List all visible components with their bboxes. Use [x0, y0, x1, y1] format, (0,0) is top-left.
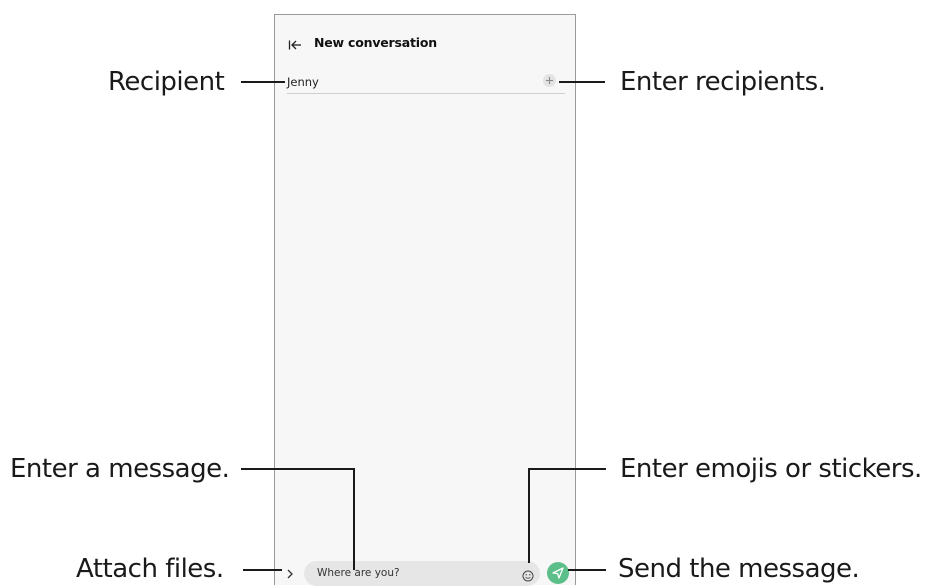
callout-attach-files: Attach files.	[76, 554, 224, 584]
app-bar: New conversation	[275, 15, 575, 67]
leader-line-enter-emojis-h	[528, 468, 606, 470]
smiley-icon[interactable]	[522, 567, 534, 582]
leader-line-enter-message-h	[241, 468, 355, 470]
leader-line-recipient	[241, 81, 285, 83]
recipient-name[interactable]: Jenny	[287, 75, 319, 89]
attach-icon[interactable]	[285, 566, 295, 580]
callout-enter-emojis: Enter emojis or stickers.	[620, 454, 922, 484]
phone-screen: New conversation Jenny Where are you?	[274, 14, 576, 586]
recipient-row[interactable]: Jenny	[275, 67, 575, 95]
leader-line-enter-message-v	[353, 468, 355, 570]
leader-line-enter-emojis-v	[528, 468, 530, 563]
leader-line-attach-files	[243, 569, 282, 571]
callout-enter-message: Enter a message.	[10, 454, 230, 484]
back-icon[interactable]	[288, 36, 302, 50]
leader-line-enter-recipients	[559, 81, 605, 83]
plus-icon	[546, 77, 553, 84]
callout-recipient: Recipient	[108, 67, 225, 97]
add-recipient-button[interactable]	[543, 74, 556, 87]
message-input[interactable]: Where are you?	[304, 561, 540, 586]
callout-send-message: Send the message.	[618, 554, 860, 584]
page-title: New conversation	[314, 35, 437, 50]
composer-bar: Where are you?	[275, 560, 575, 586]
leader-line-send-message	[568, 569, 606, 571]
callout-enter-recipients: Enter recipients.	[620, 67, 826, 97]
recipient-divider	[287, 93, 565, 94]
send-button[interactable]	[547, 562, 569, 584]
send-icon	[552, 567, 564, 579]
